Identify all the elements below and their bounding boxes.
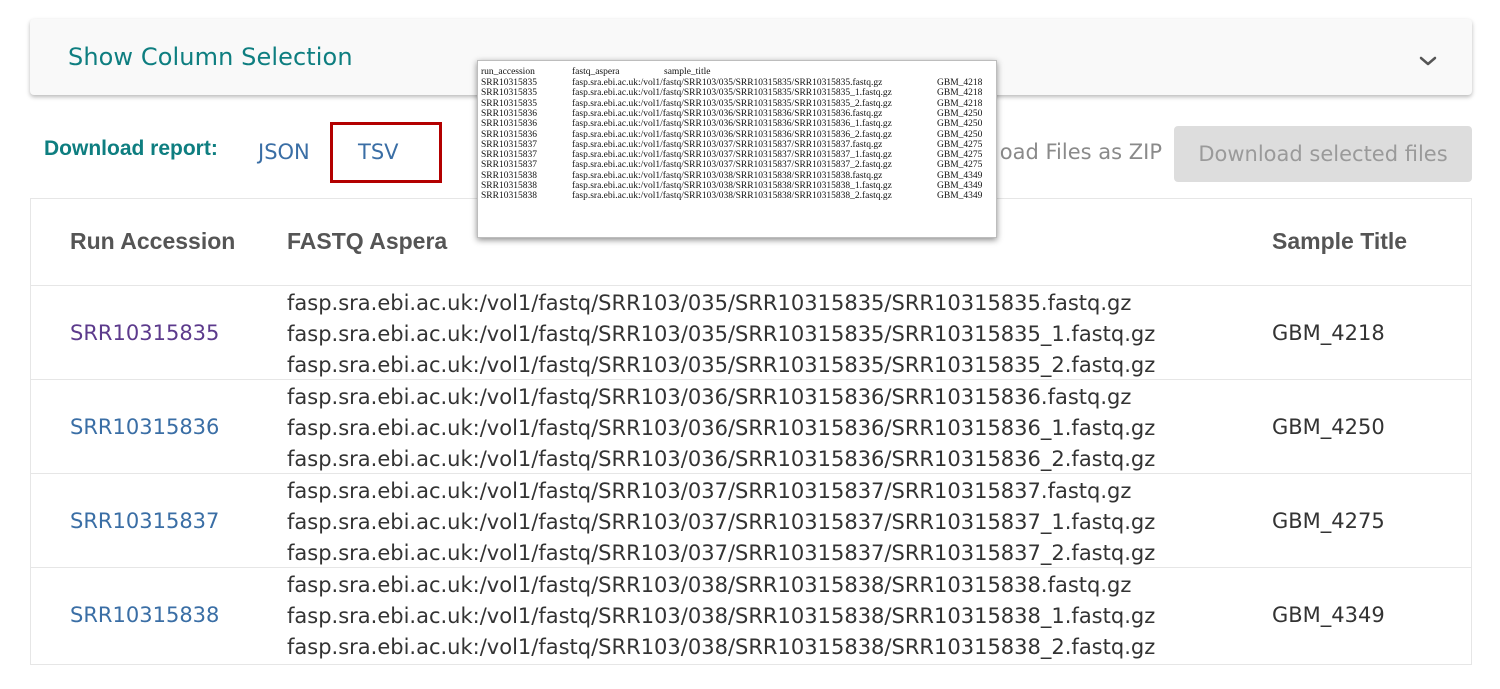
tsv-preview-cell: SRR10315838	[481, 181, 537, 191]
tsv-preview-cell: SRR10315838	[481, 170, 537, 181]
download-selected-button[interactable]: Download selected files	[1174, 126, 1472, 182]
tsv-preview-cell: GBM_4275	[937, 160, 983, 171]
tsv-preview-cell: GBM_4218	[937, 98, 983, 109]
tsv-preview-cell: SRR10315838	[481, 191, 537, 202]
table-row: SRR10315838 fasp.sra.ebi.ac.uk:/vol1/fas…	[31, 567, 1471, 661]
download-zip-link[interactable]: oad Files as ZIP	[1000, 140, 1162, 164]
fastq-path[interactable]: fasp.sra.ebi.ac.uk:/vol1/fastq/SRR103/03…	[287, 632, 1155, 663]
tsv-preview-cell: GBM_4218	[937, 78, 983, 88]
tsv-preview-cell: fasp.sra.ebi.ac.uk:/vol1/fastq/SRR103/03…	[572, 78, 883, 88]
tsv-preview-cell: GBM_4275	[937, 139, 983, 150]
fastq-paths: fasp.sra.ebi.ac.uk:/vol1/fastq/SRR103/03…	[287, 570, 1155, 663]
tsv-preview-cell: SRR10315836	[481, 119, 537, 130]
results-table: Run Accession FASTQ Aspera Sample Title …	[30, 198, 1472, 665]
sample-title: GBM_4218	[1272, 321, 1385, 345]
fastq-path[interactable]: fasp.sra.ebi.ac.uk:/vol1/fastq/SRR103/03…	[287, 444, 1155, 475]
tsv-preview-cell: fasp.sra.ebi.ac.uk:/vol1/fastq/SRR103/03…	[572, 88, 892, 99]
tsv-preview-cell: SRR10315836	[481, 129, 537, 140]
header-sample-title[interactable]: Sample Title	[1272, 228, 1407, 255]
tsv-preview-header: run_accession	[481, 67, 535, 77]
fastq-paths: fasp.sra.ebi.ac.uk:/vol1/fastq/SRR103/03…	[287, 382, 1155, 475]
fastq-path[interactable]: fasp.sra.ebi.ac.uk:/vol1/fastq/SRR103/03…	[287, 570, 1155, 601]
tsv-preview-cell: GBM_4349	[937, 181, 983, 191]
run-accession-link[interactable]: SRR10315835	[70, 321, 219, 345]
tsv-preview-cell: fasp.sra.ebi.ac.uk:/vol1/fastq/SRR103/03…	[572, 98, 892, 109]
tsv-preview-cell: SRR10315837	[481, 160, 537, 171]
tsv-highlight-box	[330, 122, 442, 183]
fastq-path[interactable]: fasp.sra.ebi.ac.uk:/vol1/fastq/SRR103/03…	[287, 382, 1155, 413]
tsv-preview-cell: GBM_4349	[937, 191, 983, 202]
tsv-preview-cell: fasp.sra.ebi.ac.uk:/vol1/fastq/SRR103/03…	[572, 181, 892, 191]
sample-title: GBM_4275	[1272, 509, 1385, 533]
tsv-preview-cell: SRR10315837	[481, 139, 537, 150]
fastq-paths: fasp.sra.ebi.ac.uk:/vol1/fastq/SRR103/03…	[287, 476, 1155, 569]
tsv-preview-header: fastq_aspera	[572, 67, 620, 77]
tsv-preview-cell: GBM_4250	[937, 129, 983, 140]
fastq-path[interactable]: fasp.sra.ebi.ac.uk:/vol1/fastq/SRR103/03…	[287, 507, 1155, 538]
tsv-preview-cell: GBM_4349	[937, 170, 983, 181]
tsv-preview-cell: SRR10315836	[481, 108, 537, 119]
tsv-preview-cell: SRR10315835	[481, 78, 537, 88]
run-accession-link[interactable]: SRR10315836	[70, 415, 219, 439]
tsv-preview-cell: GBM_4218	[937, 88, 983, 99]
sample-title: GBM_4250	[1272, 415, 1385, 439]
tsv-preview-cell: GBM_4250	[937, 119, 983, 130]
tsv-preview-cell: SRR10315835	[481, 88, 537, 99]
tsv-preview-cell: fasp.sra.ebi.ac.uk:/vol1/fastq/SRR103/03…	[572, 191, 892, 202]
tsv-preview-cell: fasp.sra.ebi.ac.uk:/vol1/fastq/SRR103/03…	[572, 129, 892, 140]
fastq-paths: fasp.sra.ebi.ac.uk:/vol1/fastq/SRR103/03…	[287, 288, 1155, 381]
tsv-preview-cell: fasp.sra.ebi.ac.uk:/vol1/fastq/SRR103/03…	[572, 139, 883, 150]
header-run-accession[interactable]: Run Accession	[70, 228, 235, 255]
tsv-preview-cell: fasp.sra.ebi.ac.uk:/vol1/fastq/SRR103/03…	[572, 170, 883, 181]
fastq-path[interactable]: fasp.sra.ebi.ac.uk:/vol1/fastq/SRR103/03…	[287, 350, 1155, 381]
chevron-down-icon[interactable]	[1416, 49, 1440, 73]
table-row: SRR10315837 fasp.sra.ebi.ac.uk:/vol1/fas…	[31, 473, 1471, 567]
tsv-preview-cell: SRR10315837	[481, 150, 537, 161]
tsv-preview-cell: fasp.sra.ebi.ac.uk:/vol1/fastq/SRR103/03…	[572, 119, 892, 130]
column-selection-title[interactable]: Show Column Selection	[68, 43, 353, 71]
run-accession-link[interactable]: SRR10315837	[70, 509, 219, 533]
table-row: SRR10315835 fasp.sra.ebi.ac.uk:/vol1/fas…	[31, 285, 1471, 379]
tsv-preview-cell: fasp.sra.ebi.ac.uk:/vol1/fastq/SRR103/03…	[572, 108, 883, 119]
fastq-path[interactable]: fasp.sra.ebi.ac.uk:/vol1/fastq/SRR103/03…	[287, 288, 1155, 319]
fastq-path[interactable]: fasp.sra.ebi.ac.uk:/vol1/fastq/SRR103/03…	[287, 601, 1155, 632]
download-json-link[interactable]: JSON	[258, 140, 310, 164]
fastq-path[interactable]: fasp.sra.ebi.ac.uk:/vol1/fastq/SRR103/03…	[287, 476, 1155, 507]
tsv-preview-cell: SRR10315835	[481, 98, 537, 109]
fastq-path[interactable]: fasp.sra.ebi.ac.uk:/vol1/fastq/SRR103/03…	[287, 413, 1155, 444]
tsv-preview-cell: GBM_4250	[937, 108, 983, 119]
sample-title: GBM_4349	[1272, 603, 1385, 627]
header-fastq-aspera[interactable]: FASTQ Aspera	[287, 228, 447, 255]
tsv-preview-cell: fasp.sra.ebi.ac.uk:/vol1/fastq/SRR103/03…	[572, 150, 892, 161]
download-report-label: Download report:	[44, 137, 218, 160]
table-row: SRR10315836 fasp.sra.ebi.ac.uk:/vol1/fas…	[31, 379, 1471, 473]
run-accession-link[interactable]: SRR10315838	[70, 603, 219, 627]
tsv-preview-popup: run_accession fastq_aspera sample_title …	[477, 60, 997, 238]
tsv-preview-cell: fasp.sra.ebi.ac.uk:/vol1/fastq/SRR103/03…	[572, 160, 892, 171]
tsv-preview-cell: GBM_4275	[937, 150, 983, 161]
tsv-preview-header: sample_title	[664, 67, 711, 77]
fastq-path[interactable]: fasp.sra.ebi.ac.uk:/vol1/fastq/SRR103/03…	[287, 319, 1155, 350]
fastq-path[interactable]: fasp.sra.ebi.ac.uk:/vol1/fastq/SRR103/03…	[287, 538, 1155, 569]
